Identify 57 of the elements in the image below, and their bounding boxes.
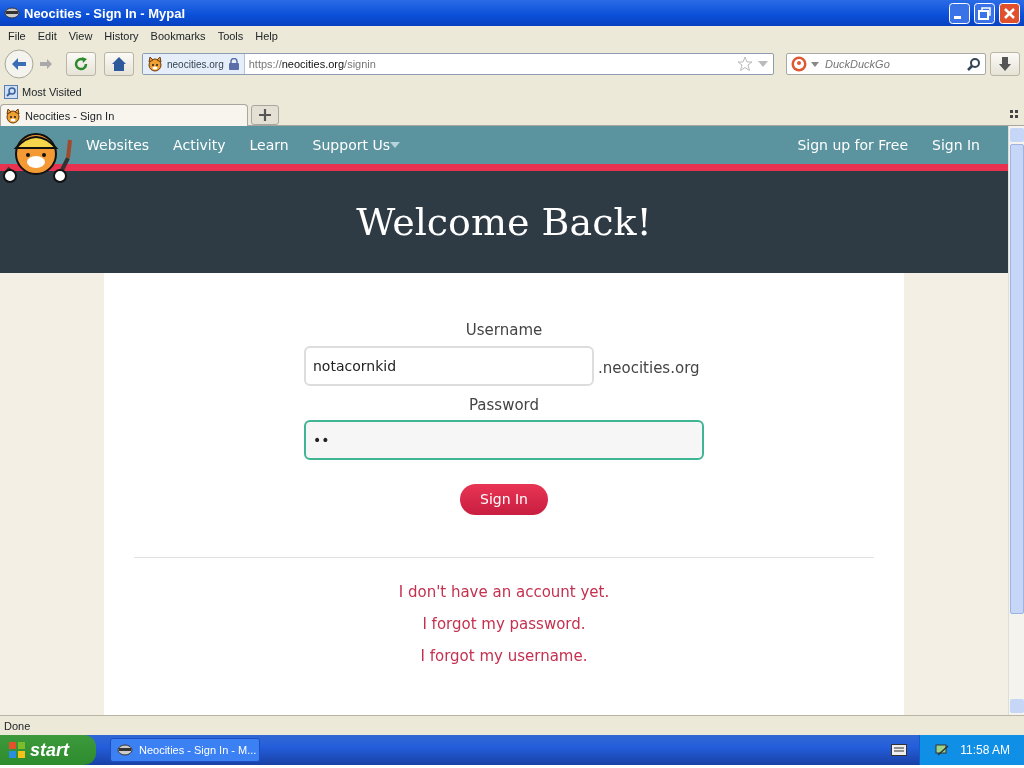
clock: 11:58 AM — [960, 743, 1010, 757]
url-text: https://neocities.org/signin — [247, 58, 377, 70]
window-title: Neocities - Sign In - Mypal — [24, 5, 187, 21]
star-icon[interactable] — [737, 56, 753, 72]
menu-item[interactable]: Bookmarks — [144, 26, 212, 46]
home-button[interactable] — [104, 52, 134, 76]
reload-button[interactable] — [66, 52, 96, 76]
scrollbar[interactable] — [1008, 126, 1024, 715]
back-icon[interactable] — [4, 49, 34, 79]
search-bar[interactable]: DuckDuckGo — [786, 53, 986, 75]
close-icon[interactable] — [999, 2, 1020, 24]
cat-icon — [5, 107, 21, 124]
reload-icon — [73, 56, 89, 72]
password-field[interactable]: •• — [304, 420, 704, 460]
caret-icon — [811, 60, 819, 68]
home-icon — [111, 56, 127, 72]
menu-item[interactable]: Edit — [31, 26, 63, 46]
caret-icon — [389, 141, 400, 149]
taskbar-button[interactable]: Neocities - Sign In - M... — [110, 738, 260, 762]
lock-icon — [227, 58, 240, 70]
bookmark-item[interactable]: Most Visited — [4, 85, 82, 99]
field-label: Password — [468, 394, 540, 416]
duck-icon — [791, 56, 807, 72]
new-tab-button[interactable] — [251, 105, 279, 125]
link[interactable]: I forgot my username. — [420, 644, 588, 668]
search-input[interactable]: DuckDuckGo — [823, 57, 963, 71]
menu-item[interactable]: Tools — [211, 26, 250, 46]
browser-tab[interactable]: Neocities - Sign In — [0, 104, 248, 126]
domain-suffix: .neocities.org — [598, 358, 700, 379]
link[interactable]: I don't have an account yet. — [398, 580, 610, 604]
cat-icon — [147, 56, 163, 72]
menu-item[interactable]: File — [2, 26, 32, 46]
app-icon — [4, 5, 20, 21]
magnifier-icon — [4, 85, 18, 99]
sign-in-button[interactable]: Sign In — [460, 484, 548, 515]
status-text: Done — [0, 715, 1024, 735]
download-button[interactable] — [990, 52, 1020, 76]
username-field[interactable]: notacornkid — [304, 345, 594, 386]
menu-item[interactable]: Help — [249, 26, 284, 46]
field-label: Username — [465, 320, 543, 341]
plus-icon — [259, 109, 271, 121]
site-identity: neocities.org — [167, 58, 224, 70]
restore-icon[interactable] — [974, 2, 995, 24]
address-bar[interactable]: neocities.org https://neocities.org/signin — [142, 53, 774, 75]
download-icon — [997, 56, 1013, 72]
keyboard-icon[interactable] — [891, 744, 908, 756]
grid-icon[interactable] — [1010, 110, 1018, 118]
menu-item[interactable]: History — [98, 26, 145, 46]
app-icon — [117, 742, 133, 758]
start-button[interactable]: start — [0, 735, 96, 765]
windows-flag-icon — [8, 741, 26, 759]
network-icon[interactable] — [934, 742, 951, 758]
link[interactable]: I forgot my password. — [422, 612, 586, 636]
page-heading: Welcome Back! — [356, 200, 652, 244]
minimize-icon[interactable] — [949, 2, 970, 24]
search-icon[interactable] — [967, 57, 981, 71]
menu-item[interactable]: View — [62, 26, 99, 46]
